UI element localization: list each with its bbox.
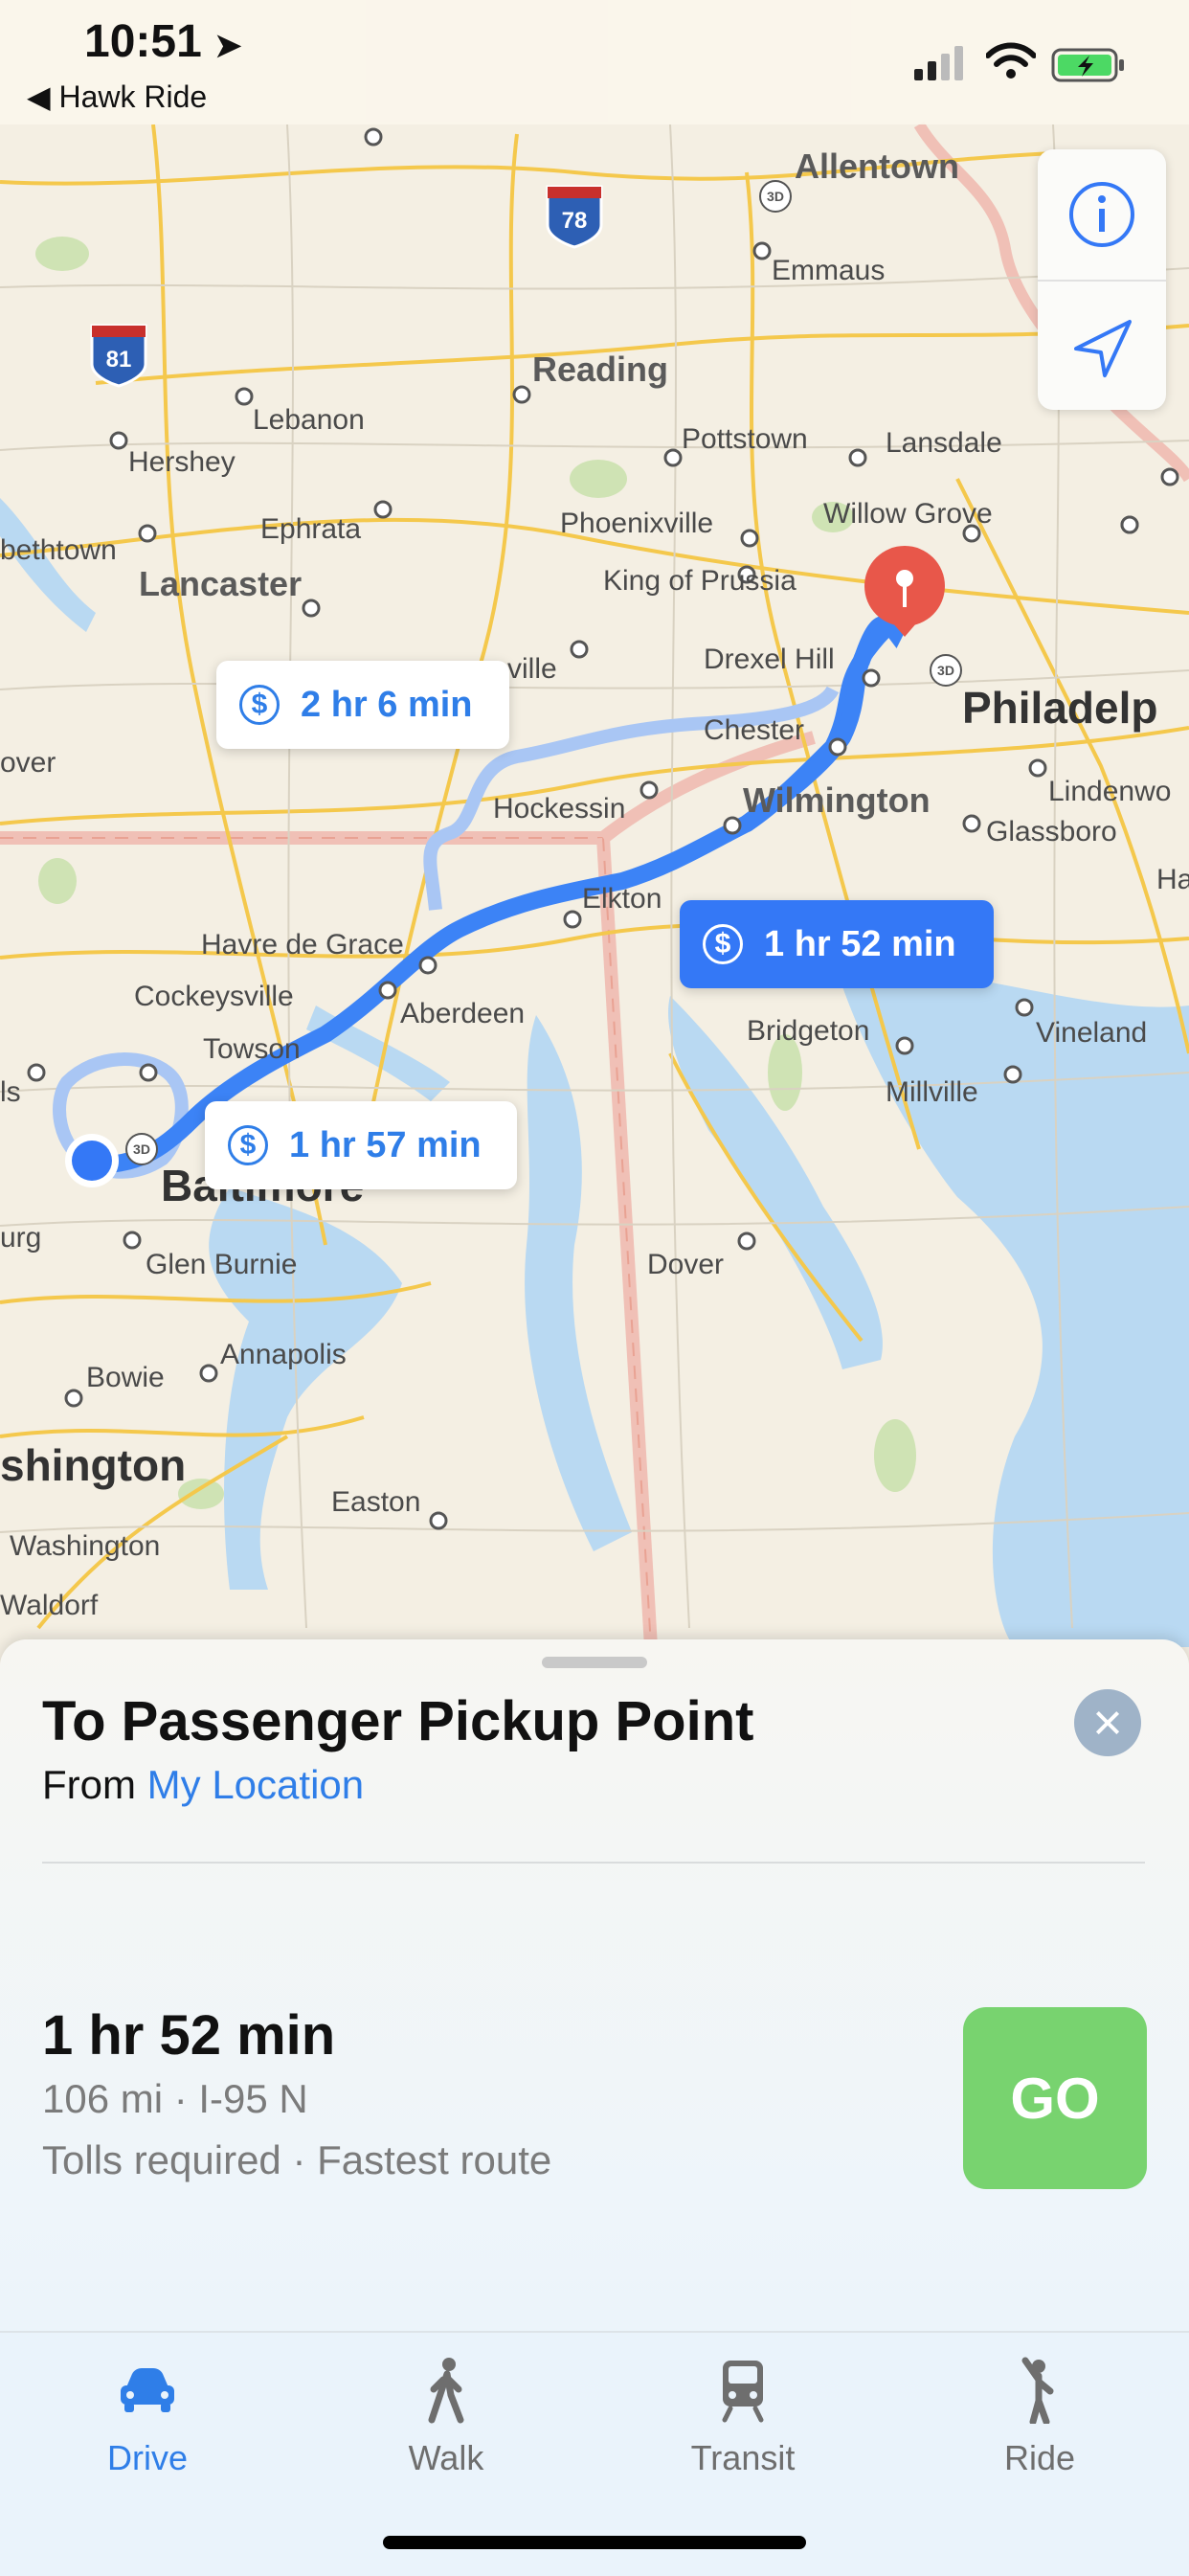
place-label: Allentown <box>795 147 959 186</box>
place-label: ville <box>507 653 557 685</box>
place-label: Chester <box>704 714 804 746</box>
wifi-icon <box>986 42 1036 79</box>
place-label: Emmaus <box>772 255 885 286</box>
place-label: Reading <box>532 350 668 389</box>
place-label: Lansdale <box>886 427 1002 459</box>
place-label: bethtown <box>0 534 117 566</box>
place-label: King of Prussia <box>603 565 796 597</box>
place-label: shington <box>0 1440 186 1490</box>
highway-78-shield: 78 <box>546 185 603 249</box>
place-label: urg <box>0 1222 41 1254</box>
place-label: Philadelp <box>962 683 1157 733</box>
location-arrow-icon[interactable] <box>1038 282 1166 410</box>
close-button[interactable]: × <box>1074 1689 1141 1756</box>
place-label: Hershey <box>128 446 236 478</box>
route-notes: Tolls required · Fastest route <box>42 2137 552 2182</box>
place-label: Lindenwo <box>1048 776 1171 807</box>
place-label: over <box>0 747 56 779</box>
info-icon[interactable] <box>1038 149 1166 280</box>
route-distance: 106 mi · I-95 N <box>42 2076 308 2121</box>
cellular-signal-icon <box>914 46 963 80</box>
place-label: Havre de Grace <box>201 929 404 960</box>
status-time: 10:51 ➤ <box>84 16 242 67</box>
svg-text:78: 78 <box>562 208 588 234</box>
route-bubble-label: 1 hr 57 min <box>289 1124 482 1165</box>
place-label: Millville <box>886 1076 978 1108</box>
dollar-icon: $ <box>239 685 280 725</box>
place-label: Lebanon <box>253 404 365 436</box>
place-label: Waldorf <box>0 1590 99 1621</box>
place-label: Cockeysville <box>134 981 294 1012</box>
svg-text:81: 81 <box>106 347 132 373</box>
tab-drive[interactable]: Drive <box>52 2352 243 2478</box>
place-label: Aberdeen <box>400 998 525 1029</box>
walk-icon <box>428 2358 464 2424</box>
place-label: Glen Burnie <box>146 1249 297 1280</box>
place-label: Washington <box>10 1530 160 1562</box>
place-label: Willow Grove <box>823 498 993 530</box>
map-view[interactable]: 78 81 3D 3D 3D Allentown Emmaus Reading Le… <box>0 0 1189 1647</box>
place-label: Drexel Hill <box>704 644 835 675</box>
origin-link[interactable]: My Location <box>147 1762 364 1807</box>
svg-text:3D: 3D <box>133 1141 150 1157</box>
tab-transit[interactable]: Transit <box>647 2352 839 2478</box>
place-label: Ha <box>1156 864 1189 895</box>
car-icon <box>121 2368 174 2412</box>
place-label: Vineland <box>1036 1017 1147 1049</box>
highway-81-shield: 81 <box>90 324 147 388</box>
origin-line: From My Location <box>42 1762 365 1807</box>
place-label: ls <box>0 1076 21 1108</box>
route-bubble-fastest[interactable]: $ 1 hr 52 min <box>680 900 994 988</box>
dollar-icon: $ <box>703 924 743 964</box>
place-label: Elkton <box>582 883 662 915</box>
place-label: Hockessin <box>493 793 625 825</box>
tab-walk[interactable]: Walk <box>350 2352 542 2478</box>
place-label: Annapolis <box>220 1339 347 1370</box>
place-label: Glassboro <box>986 816 1117 847</box>
route-bubble-alt1[interactable]: $ 2 hr 6 min <box>216 661 509 749</box>
svg-text:3D: 3D <box>767 189 784 204</box>
place-label: Phoenixville <box>560 508 713 539</box>
train-icon <box>722 2361 764 2423</box>
back-to-app-link[interactable]: ◀ Hawk Ride <box>27 79 207 115</box>
place-label: Pottstown <box>682 423 808 455</box>
svg-text:3D: 3D <box>937 663 954 678</box>
dollar-icon: $ <box>228 1125 268 1165</box>
tab-ride[interactable]: Ride <box>944 2352 1135 2478</box>
place-label: Ephrata <box>260 513 361 545</box>
place-label: Wilmington <box>743 780 931 820</box>
place-label: Dover <box>647 1249 724 1280</box>
route-bubble-label: 2 hr 6 min <box>301 684 473 725</box>
place-label: Bridgeton <box>747 1015 869 1047</box>
status-bar: 10:51 ➤ ◀ Hawk Ride <box>0 0 1189 124</box>
divider <box>42 1862 1145 1864</box>
place-label: Easton <box>331 1486 420 1518</box>
current-location-icon <box>65 1134 119 1187</box>
place-label: Bowie <box>86 1362 165 1393</box>
go-button[interactable]: GO <box>963 2007 1147 2189</box>
close-icon: × <box>1092 1694 1123 1751</box>
battery-charging-icon <box>1051 48 1124 82</box>
map-canvas[interactable]: 78 81 3D 3D 3D Allentown Emmaus Reading Le… <box>0 0 1189 1647</box>
map-controls <box>1038 149 1166 410</box>
ride-icon <box>1021 2357 1054 2424</box>
sheet-grabber[interactable] <box>542 1657 647 1668</box>
home-indicator[interactable] <box>383 2536 806 2549</box>
location-services-icon: ➤ <box>214 28 242 64</box>
place-label: Lancaster <box>139 564 302 603</box>
route-bubble-label: 1 hr 52 min <box>764 923 956 964</box>
place-label: Towson <box>203 1033 301 1065</box>
destination-title: To Passenger Pickup Point <box>42 1690 754 1752</box>
route-bubble-alt2[interactable]: $ 1 hr 57 min <box>205 1101 517 1189</box>
route-eta: 1 hr 52 min <box>42 2004 336 2067</box>
